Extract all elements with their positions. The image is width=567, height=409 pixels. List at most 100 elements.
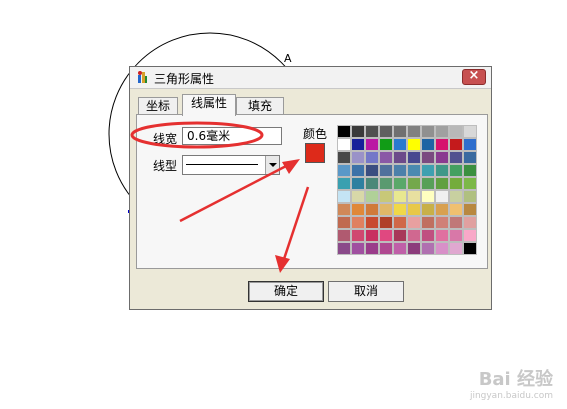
color-cell[interactable]: [393, 203, 407, 216]
color-cell[interactable]: [449, 190, 463, 203]
color-cell[interactable]: [393, 138, 407, 151]
color-cell[interactable]: [421, 164, 435, 177]
tab-coordinates[interactable]: 坐标: [138, 97, 178, 115]
color-cell[interactable]: [351, 164, 365, 177]
color-cell[interactable]: [449, 138, 463, 151]
color-cell[interactable]: [421, 177, 435, 190]
color-cell[interactable]: [435, 138, 449, 151]
color-cell[interactable]: [393, 151, 407, 164]
current-color-swatch[interactable]: [305, 143, 325, 163]
color-cell[interactable]: [449, 216, 463, 229]
color-cell[interactable]: [421, 229, 435, 242]
color-cell[interactable]: [407, 203, 421, 216]
color-cell[interactable]: [407, 190, 421, 203]
color-cell[interactable]: [463, 203, 477, 216]
color-cell[interactable]: [393, 242, 407, 255]
color-cell[interactable]: [407, 216, 421, 229]
color-cell[interactable]: [337, 242, 351, 255]
color-cell[interactable]: [365, 203, 379, 216]
color-cell[interactable]: [435, 242, 449, 255]
color-cell[interactable]: [351, 216, 365, 229]
color-cell[interactable]: [463, 125, 477, 138]
color-cell[interactable]: [393, 190, 407, 203]
color-cell[interactable]: [407, 177, 421, 190]
color-cell[interactable]: [337, 138, 351, 151]
color-cell[interactable]: [365, 125, 379, 138]
color-cell[interactable]: [379, 138, 393, 151]
color-cell[interactable]: [463, 190, 477, 203]
color-cell[interactable]: [365, 242, 379, 255]
close-button[interactable]: ×: [462, 68, 486, 85]
color-cell[interactable]: [379, 177, 393, 190]
color-cell[interactable]: [337, 177, 351, 190]
color-cell[interactable]: [393, 216, 407, 229]
color-cell[interactable]: [407, 164, 421, 177]
color-cell[interactable]: [379, 229, 393, 242]
color-cell[interactable]: [337, 229, 351, 242]
color-cell[interactable]: [365, 138, 379, 151]
chevron-down-icon[interactable]: [265, 156, 279, 174]
color-cell[interactable]: [421, 190, 435, 203]
color-cell[interactable]: [435, 229, 449, 242]
color-cell[interactable]: [449, 125, 463, 138]
color-cell[interactable]: [421, 125, 435, 138]
title-bar[interactable]: 三角形属性 ×: [130, 67, 491, 89]
color-cell[interactable]: [407, 125, 421, 138]
color-cell[interactable]: [407, 138, 421, 151]
color-cell[interactable]: [463, 151, 477, 164]
color-cell[interactable]: [393, 164, 407, 177]
color-cell[interactable]: [449, 203, 463, 216]
color-cell[interactable]: [449, 164, 463, 177]
color-cell[interactable]: [421, 216, 435, 229]
color-cell[interactable]: [421, 151, 435, 164]
color-cell[interactable]: [407, 151, 421, 164]
color-cell[interactable]: [435, 203, 449, 216]
color-cell[interactable]: [351, 125, 365, 138]
line-width-input[interactable]: 0.6毫米: [182, 127, 282, 145]
ok-button[interactable]: 确定: [248, 281, 324, 302]
color-cell[interactable]: [463, 177, 477, 190]
color-cell[interactable]: [337, 190, 351, 203]
color-cell[interactable]: [393, 177, 407, 190]
color-cell[interactable]: [435, 177, 449, 190]
color-cell[interactable]: [337, 164, 351, 177]
color-cell[interactable]: [365, 229, 379, 242]
color-cell[interactable]: [449, 229, 463, 242]
color-cell[interactable]: [351, 151, 365, 164]
color-cell[interactable]: [365, 151, 379, 164]
color-cell[interactable]: [351, 242, 365, 255]
color-cell[interactable]: [379, 190, 393, 203]
color-cell[interactable]: [421, 203, 435, 216]
tab-fill[interactable]: 填充: [236, 97, 284, 115]
color-cell[interactable]: [407, 229, 421, 242]
tab-line-properties[interactable]: 线属性: [182, 94, 236, 116]
color-cell[interactable]: [351, 177, 365, 190]
color-cell[interactable]: [379, 151, 393, 164]
color-cell[interactable]: [337, 203, 351, 216]
color-cell[interactable]: [407, 242, 421, 255]
cancel-button[interactable]: 取消: [328, 281, 404, 302]
color-cell[interactable]: [337, 151, 351, 164]
color-cell[interactable]: [435, 125, 449, 138]
color-cell[interactable]: [463, 229, 477, 242]
color-cell[interactable]: [365, 177, 379, 190]
color-cell[interactable]: [351, 203, 365, 216]
color-cell[interactable]: [393, 229, 407, 242]
color-cell[interactable]: [351, 138, 365, 151]
color-cell[interactable]: [365, 216, 379, 229]
color-cell[interactable]: [449, 242, 463, 255]
color-cell[interactable]: [463, 216, 477, 229]
color-cell[interactable]: [337, 125, 351, 138]
color-cell[interactable]: [463, 138, 477, 151]
color-cell[interactable]: [379, 125, 393, 138]
color-cell[interactable]: [421, 242, 435, 255]
color-cell[interactable]: [393, 125, 407, 138]
color-cell[interactable]: [463, 242, 477, 255]
color-cell[interactable]: [463, 164, 477, 177]
color-cell[interactable]: [379, 216, 393, 229]
color-cell[interactable]: [351, 229, 365, 242]
color-cell[interactable]: [449, 177, 463, 190]
color-cell[interactable]: [379, 164, 393, 177]
color-cell[interactable]: [435, 216, 449, 229]
color-cell[interactable]: [351, 190, 365, 203]
